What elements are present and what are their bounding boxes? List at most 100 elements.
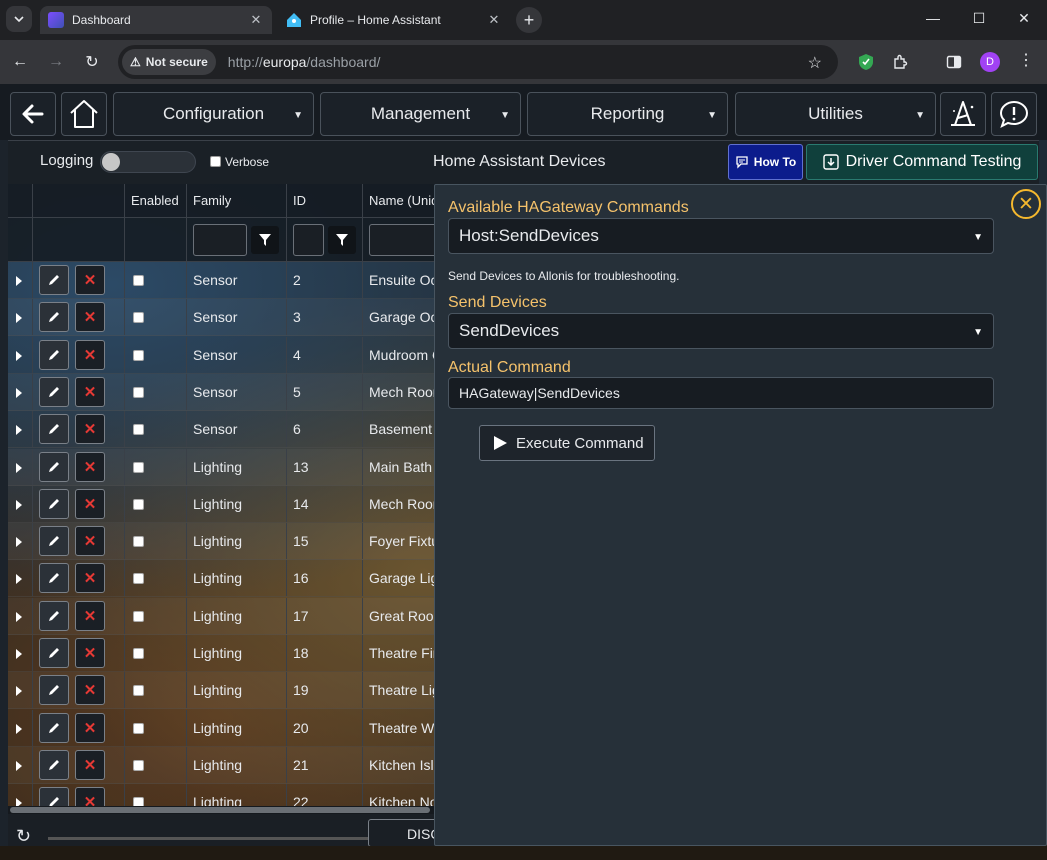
tab-profile-home-assistant[interactable]: Profile – Home Assistant ✕	[278, 6, 510, 34]
expand-row-icon[interactable]	[16, 425, 22, 436]
more-menu-icon[interactable]: ⋮	[1018, 50, 1034, 70]
delete-button[interactable]: ✕	[75, 638, 105, 668]
reporting-menu[interactable]: Reporting ▼	[527, 92, 728, 136]
enabled-checkbox[interactable]	[133, 685, 144, 697]
url-text[interactable]: http://europa/dashboard/	[228, 54, 381, 70]
wizard-button[interactable]	[940, 92, 986, 136]
edit-button[interactable]	[39, 749, 69, 780]
back-button[interactable]	[10, 92, 56, 136]
delete-button[interactable]: ✕	[75, 675, 105, 706]
delete-button[interactable]: ✕	[75, 488, 105, 519]
new-tab-button[interactable]: +	[516, 7, 542, 33]
close-tab-icon[interactable]: ✕	[248, 12, 264, 28]
enabled-checkbox[interactable]	[133, 759, 144, 771]
enabled-checkbox[interactable]	[133, 573, 144, 585]
edit-button[interactable]	[39, 451, 69, 482]
side-panel-icon[interactable]	[944, 52, 964, 72]
delete-button[interactable]: ✕	[75, 339, 105, 370]
verbose-checkbox[interactable]	[210, 156, 221, 167]
utilities-menu[interactable]: Utilities ▼	[735, 92, 936, 136]
address-bar[interactable]: ⚠ Not secure http://europa/dashboard/ ☆	[118, 45, 838, 79]
id-filter-input[interactable]	[293, 224, 324, 256]
expand-row-icon[interactable]	[16, 537, 22, 548]
delete-button[interactable]: ✕	[75, 563, 105, 594]
id-header[interactable]: ID	[293, 193, 306, 208]
reload-icon[interactable]: ↻	[80, 50, 104, 74]
delete-button[interactable]: ✕	[75, 749, 105, 780]
expand-row-icon[interactable]	[16, 760, 22, 771]
expand-row-icon[interactable]	[16, 574, 22, 585]
delete-button[interactable]: ✕	[75, 414, 105, 445]
tab-search-button[interactable]	[6, 6, 32, 32]
edit-button[interactable]	[39, 526, 69, 557]
bookmark-star-icon[interactable]: ☆	[808, 53, 822, 73]
enabled-checkbox[interactable]	[133, 386, 144, 398]
enabled-checkbox[interactable]	[133, 610, 144, 622]
expand-row-icon[interactable]	[16, 499, 22, 510]
expand-row-icon[interactable]	[16, 350, 22, 361]
edit-button[interactable]	[39, 712, 69, 743]
edit-button[interactable]	[39, 376, 69, 407]
enabled-checkbox[interactable]	[133, 461, 144, 473]
delete-button[interactable]: ✕	[75, 451, 105, 482]
expand-row-icon[interactable]	[16, 798, 22, 806]
logging-toggle[interactable]	[100, 151, 196, 173]
how-to-button[interactable]: How To	[728, 144, 803, 180]
expand-row-icon[interactable]	[16, 686, 22, 697]
edit-button[interactable]	[39, 563, 69, 594]
delete-button[interactable]: ✕	[75, 600, 105, 631]
commands-select[interactable]: Host:SendDevices ▼	[448, 218, 994, 254]
delete-button[interactable]: ✕	[75, 265, 105, 295]
delete-button[interactable]: ✕	[75, 712, 105, 743]
close-circle-icon[interactable]: ✕	[1011, 189, 1041, 219]
expand-row-icon[interactable]	[16, 649, 22, 659]
expand-row-icon[interactable]	[16, 387, 22, 398]
family-header[interactable]: Family	[193, 193, 231, 208]
refresh-icon[interactable]: ↻	[16, 826, 31, 847]
configuration-menu[interactable]: Configuration ▼	[113, 92, 314, 136]
profile-avatar[interactable]: D	[980, 52, 1000, 72]
close-tab-icon[interactable]: ✕	[486, 12, 502, 28]
execute-command-button[interactable]: Execute Command	[479, 425, 655, 461]
delete-button[interactable]: ✕	[75, 376, 105, 407]
delete-button[interactable]: ✕	[75, 302, 105, 333]
expand-row-icon[interactable]	[16, 313, 22, 324]
delete-button[interactable]: ✕	[75, 526, 105, 557]
tab-dashboard[interactable]: Dashboard ✕	[40, 6, 272, 34]
send-devices-select[interactable]: SendDevices ▼	[448, 313, 994, 349]
enabled-checkbox[interactable]	[133, 275, 144, 286]
expand-row-icon[interactable]	[16, 723, 22, 734]
close-window-icon[interactable]: ✕	[1001, 0, 1047, 36]
family-filter-input[interactable]	[193, 224, 247, 256]
home-button[interactable]	[61, 92, 107, 136]
actual-command-field[interactable]: HAGateway|SendDevices	[448, 377, 994, 409]
scrollbar-thumb[interactable]	[10, 807, 430, 813]
edit-button[interactable]	[39, 265, 69, 295]
edit-button[interactable]	[39, 414, 69, 445]
maximize-icon[interactable]: ☐	[956, 0, 1002, 36]
driver-command-testing-button[interactable]: Driver Command Testing	[806, 144, 1038, 180]
funnel-filter-icon[interactable]	[328, 226, 356, 254]
feedback-button[interactable]	[991, 92, 1037, 136]
enabled-checkbox[interactable]	[133, 797, 144, 806]
name-filter-input[interactable]	[369, 224, 439, 256]
edit-button[interactable]	[39, 339, 69, 370]
name-header[interactable]: Name (Uniq	[369, 193, 438, 208]
expand-row-icon[interactable]	[16, 276, 22, 286]
enabled-checkbox[interactable]	[133, 312, 144, 324]
security-chip[interactable]: ⚠ Not secure	[122, 49, 216, 75]
edit-button[interactable]	[39, 638, 69, 668]
edit-button[interactable]	[39, 302, 69, 333]
delete-button[interactable]: ✕	[75, 787, 105, 806]
expand-row-icon[interactable]	[16, 611, 22, 622]
edit-button[interactable]	[39, 675, 69, 706]
shield-extension-icon[interactable]	[856, 52, 876, 72]
management-menu[interactable]: Management ▼	[320, 92, 521, 136]
enabled-checkbox[interactable]	[133, 349, 144, 361]
funnel-filter-icon[interactable]	[251, 226, 279, 254]
expand-row-icon[interactable]	[16, 462, 22, 473]
enabled-checkbox[interactable]	[133, 648, 144, 659]
edit-button[interactable]	[39, 488, 69, 519]
enabled-checkbox[interactable]	[133, 498, 144, 510]
edit-button[interactable]	[39, 600, 69, 631]
